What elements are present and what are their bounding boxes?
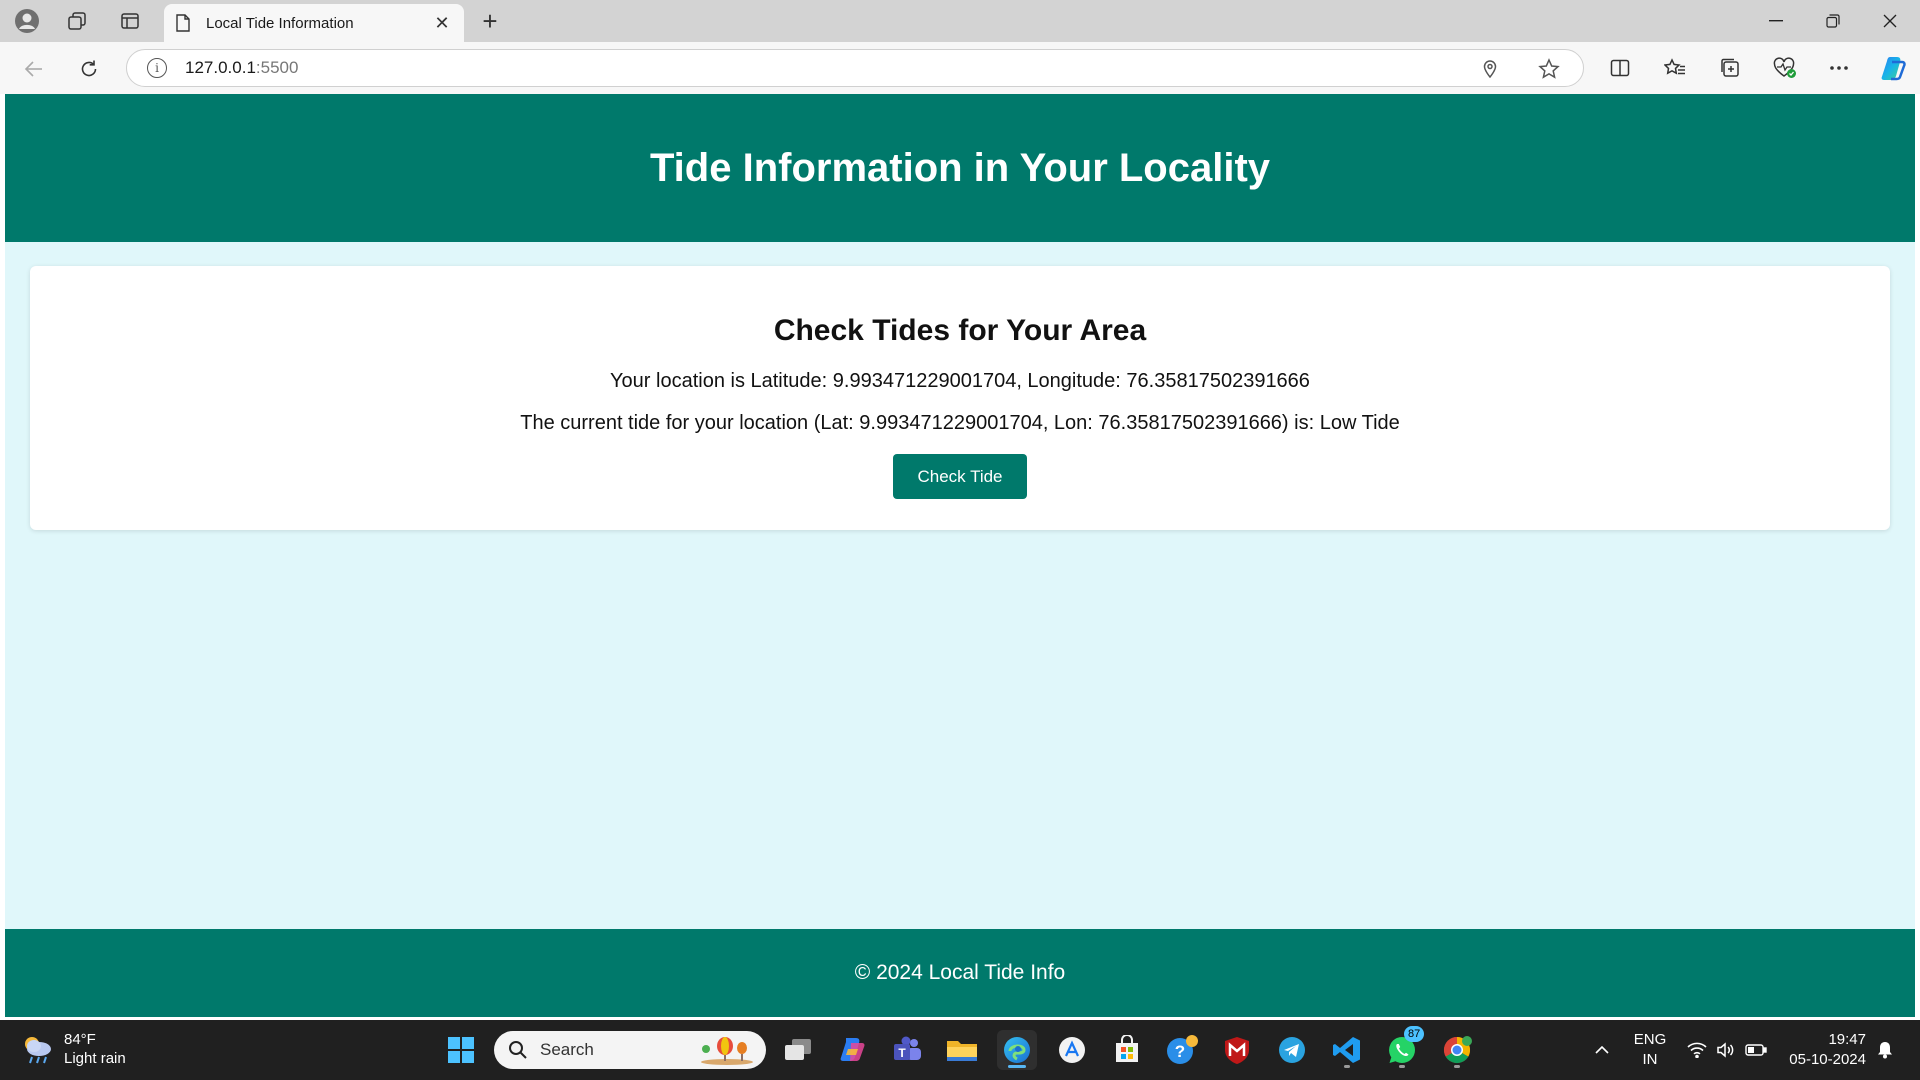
whatsapp-badge: 87: [1404, 1026, 1425, 1042]
teams-icon[interactable]: T: [887, 1030, 927, 1070]
profile-icon[interactable]: [11, 5, 43, 37]
telegram-icon[interactable]: [1272, 1030, 1312, 1070]
taskbar-search[interactable]: Search: [494, 1031, 766, 1069]
split-screen-icon[interactable]: [1603, 51, 1637, 85]
vscode-running-indicator: [1344, 1065, 1350, 1068]
language-indicator[interactable]: ENG IN: [1630, 1030, 1670, 1070]
chrome-running-indicator: [1454, 1065, 1460, 1068]
clock-date: 05-10-2024: [1789, 1051, 1866, 1068]
copilot-app-icon[interactable]: [833, 1030, 873, 1070]
new-tab-button[interactable]: +: [474, 5, 506, 37]
location-pin-icon[interactable]: [1479, 58, 1501, 80]
weather-temp: 84°F: [64, 1031, 96, 1048]
page-header: Tide Information in Your Locality: [5, 94, 1915, 242]
site-info-icon[interactable]: i: [147, 58, 167, 78]
browser-essentials-icon[interactable]: [1768, 51, 1802, 85]
location-text: Your location is Latitude: 9.99347122900…: [610, 370, 1310, 392]
url-text[interactable]: 127.0.0.1:5500: [185, 58, 298, 78]
workspaces-icon[interactable]: [61, 5, 93, 37]
battery-icon[interactable]: [1743, 1020, 1769, 1080]
edge-icon[interactable]: [997, 1030, 1037, 1070]
page-footer: © 2024 Local Tide Info: [5, 929, 1915, 1017]
web-page: Tide Information in Your Locality Check …: [5, 94, 1915, 1017]
back-icon[interactable]: [17, 52, 51, 86]
chrome-icon[interactable]: [1437, 1030, 1477, 1070]
rain-cloud-icon: [25, 1037, 51, 1064]
address-bar[interactable]: i 127.0.0.1:5500: [126, 49, 1584, 87]
browser-tab-bar: Local Tide Information ✕ +: [0, 0, 1920, 42]
search-label: Search: [540, 1040, 594, 1059]
collections-icon[interactable]: [1713, 51, 1747, 85]
close-window-icon[interactable]: [1862, 0, 1918, 42]
more-options-icon[interactable]: [1822, 51, 1856, 85]
wifi-icon[interactable]: [1685, 1020, 1709, 1080]
document-icon: [176, 14, 190, 32]
tide-card: Check Tides for Your Area Your location …: [30, 266, 1890, 530]
get-help-icon[interactable]: ?: [1162, 1030, 1202, 1070]
favorite-star-icon[interactable]: [1538, 58, 1560, 80]
minimize-icon[interactable]: [1748, 0, 1804, 42]
system-clock[interactable]: 19:47 05-10-2024: [1786, 1030, 1866, 1070]
vertical-tabs-icon[interactable]: [114, 5, 146, 37]
notification-bell-icon[interactable]: [1873, 1020, 1897, 1080]
main-content: Check Tides for Your Area Your location …: [5, 242, 1915, 929]
file-explorer-icon[interactable]: [942, 1030, 982, 1070]
volume-icon[interactable]: [1714, 1020, 1738, 1080]
windows-logo-icon: [448, 1037, 474, 1063]
card-title: Check Tides for Your Area: [773, 314, 1147, 347]
app-store-icon[interactable]: [1052, 1030, 1092, 1070]
show-hidden-icons-chevron-icon[interactable]: [1590, 1020, 1614, 1080]
page-title: Tide Information in Your Locality: [649, 145, 1271, 190]
copilot-icon[interactable]: [1876, 51, 1910, 85]
microsoft-store-icon[interactable]: [1107, 1030, 1147, 1070]
whatsapp-icon[interactable]: 87: [1382, 1026, 1425, 1070]
footer-text: © 2024 Local Tide Info: [854, 961, 1066, 984]
close-tab-icon[interactable]: ✕: [432, 13, 452, 34]
start-button[interactable]: [441, 1030, 481, 1070]
check-tide-button[interactable]: Check Tide: [893, 454, 1027, 499]
weather-desc: Light rain: [64, 1050, 126, 1067]
tab-title: Local Tide Information: [206, 14, 354, 32]
mcafee-icon[interactable]: [1217, 1030, 1257, 1070]
edge-active-indicator: [1008, 1065, 1026, 1068]
taskbar: 84°F Light rain Search T ? 87 ENG IN 19:…: [0, 1020, 1920, 1080]
task-view-icon[interactable]: [778, 1030, 818, 1070]
search-highlight-icon: [701, 1037, 753, 1065]
svg-text:?: ?: [1175, 1042, 1185, 1061]
favorites-icon[interactable]: [1658, 51, 1692, 85]
active-tab[interactable]: Local Tide Information ✕: [164, 4, 464, 42]
vscode-icon[interactable]: [1327, 1030, 1367, 1070]
reload-icon[interactable]: [72, 52, 106, 86]
svg-text:T: T: [898, 1046, 906, 1060]
clock-time: 19:47: [1828, 1031, 1866, 1048]
restore-icon[interactable]: [1805, 0, 1861, 42]
tide-result-text: The current tide for your location (Lat:…: [520, 412, 1400, 434]
search-icon: [509, 1041, 527, 1059]
address-toolbar: i 127.0.0.1:5500: [0, 42, 1920, 94]
weather-widget[interactable]: 84°F Light rain: [20, 1030, 126, 1068]
whatsapp-running-indicator: [1399, 1065, 1405, 1068]
